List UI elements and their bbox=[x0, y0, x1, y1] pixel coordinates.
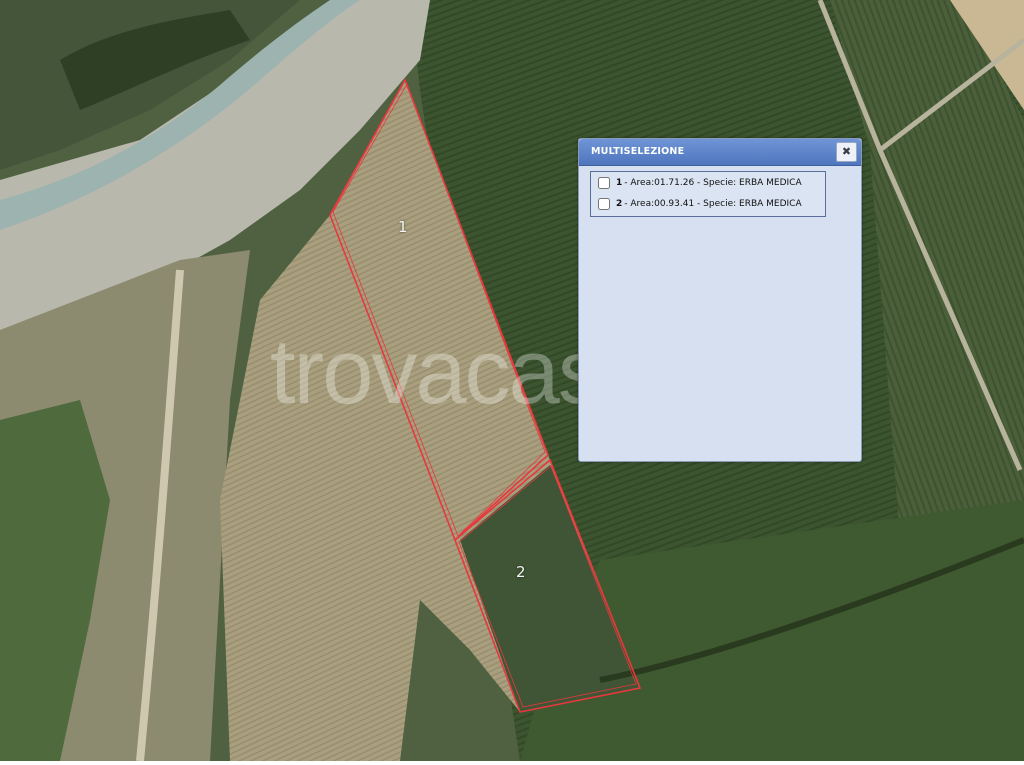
satellite-map[interactable]: trovacasa 1 2 bbox=[0, 0, 1024, 762]
close-icon: ✖ bbox=[841, 145, 852, 158]
parcel-list: 1 - Area:01.71.26 - Specie: ERBA MEDICA … bbox=[590, 171, 826, 217]
list-item[interactable]: 1 - Area:01.71.26 - Specie: ERBA MEDICA bbox=[591, 172, 825, 193]
parcel-2-checkbox[interactable] bbox=[598, 197, 610, 210]
parcel-label-2[interactable]: 2 bbox=[516, 563, 526, 581]
list-item-text: - Area:01.71.26 - Specie: ERBA MEDICA bbox=[624, 177, 802, 188]
dialog-header: MULTISELEZIONE ✖ bbox=[579, 139, 861, 166]
close-button[interactable]: ✖ bbox=[836, 142, 857, 162]
parcel-1-checkbox[interactable] bbox=[598, 176, 610, 189]
list-item-number: 1 bbox=[616, 177, 623, 188]
list-item[interactable]: 2 - Area:00.93.41 - Specie: ERBA MEDICA bbox=[591, 193, 825, 214]
map-imagery bbox=[0, 0, 1024, 762]
multiselection-dialog: MULTISELEZIONE ✖ 1 - Area:01.71.26 - Spe… bbox=[578, 138, 862, 462]
dialog-title: MULTISELEZIONE bbox=[591, 146, 685, 157]
list-item-text: - Area:00.93.41 - Specie: ERBA MEDICA bbox=[624, 198, 802, 209]
parcel-label-1[interactable]: 1 bbox=[398, 218, 408, 236]
list-item-number: 2 bbox=[616, 198, 623, 209]
